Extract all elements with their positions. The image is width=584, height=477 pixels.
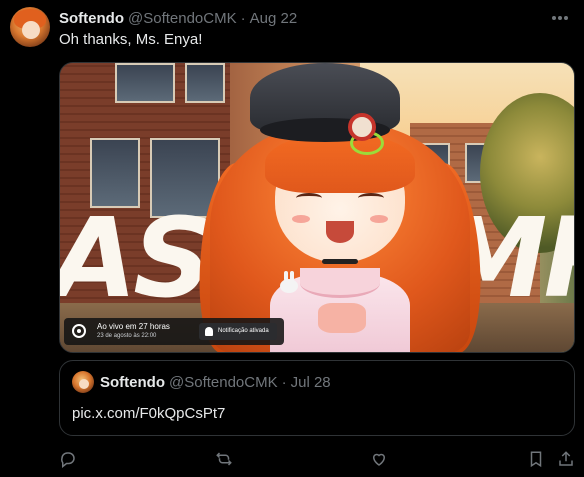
character-bow (318, 303, 366, 333)
quote-timestamp[interactable]: Jul 28 (291, 374, 331, 391)
timestamp[interactable]: Aug 22 (250, 10, 298, 27)
character-mouth (326, 221, 354, 243)
avatar-face (22, 21, 40, 39)
more-dot (564, 16, 568, 20)
more-icon[interactable] (548, 8, 572, 28)
window (115, 63, 175, 103)
character-blush (370, 215, 388, 223)
character-bangs (265, 133, 415, 193)
bunny-pin (280, 271, 298, 293)
broadcast-icon (72, 324, 86, 338)
avatar[interactable] (10, 7, 50, 47)
media-image[interactable]: AS MR Ao vivo em 27 horas 23 de agosto à… (59, 62, 575, 353)
character-collar (300, 268, 380, 298)
tweet-header: Softendo @SoftendoCMK · Aug 22 (59, 8, 297, 28)
live-datetime: 23 de agosto às 22:00 (97, 333, 157, 339)
character-eye-right (358, 193, 384, 203)
more-dot (558, 16, 562, 20)
quote-handle[interactable]: @SoftendoCMK (169, 374, 278, 391)
like-icon[interactable] (370, 450, 390, 468)
live-overlay: Ao vivo em 27 horas 23 de agosto às 22:0… (64, 318, 284, 345)
share-icon[interactable] (557, 450, 577, 468)
quote-avatar[interactable] (72, 371, 94, 393)
tweet[interactable]: Softendo @SoftendoCMK · Aug 22 Oh thanks… (0, 0, 584, 477)
bookmark-icon[interactable] (527, 450, 547, 468)
quote-separator-dot: · (281, 373, 287, 391)
quote-tweet[interactable]: Softendo @SoftendoCMK · Jul 28 pic.x.com… (59, 360, 575, 436)
quote-avatar-face (79, 379, 89, 389)
reply-icon[interactable] (59, 450, 79, 469)
quote-display-name[interactable]: Softendo (100, 374, 165, 391)
handle[interactable]: @SoftendoCMK (128, 10, 237, 27)
tweet-text: Oh thanks, Ms. Enya! (59, 31, 203, 48)
asmr-text-left: AS (59, 194, 212, 322)
retweet-icon[interactable] (215, 450, 235, 468)
separator-dot: · (240, 9, 246, 27)
notification-button[interactable]: Notificação ativada (199, 323, 277, 340)
notification-label: Notificação ativada (218, 328, 269, 334)
more-dot (552, 16, 556, 20)
window (185, 63, 225, 103)
quote-header: Softendo @SoftendoCMK · Jul 28 (100, 373, 331, 391)
quote-link[interactable]: pic.x.com/F0kQpCsPt7 (72, 405, 225, 422)
bell-icon (205, 327, 213, 336)
character-eye-left (296, 193, 322, 203)
live-status: Ao vivo em 27 horas (97, 322, 170, 331)
display-name[interactable]: Softendo (59, 10, 124, 27)
character-hat-pin (348, 113, 376, 141)
character-blush (292, 215, 310, 223)
character-choker (322, 259, 358, 264)
